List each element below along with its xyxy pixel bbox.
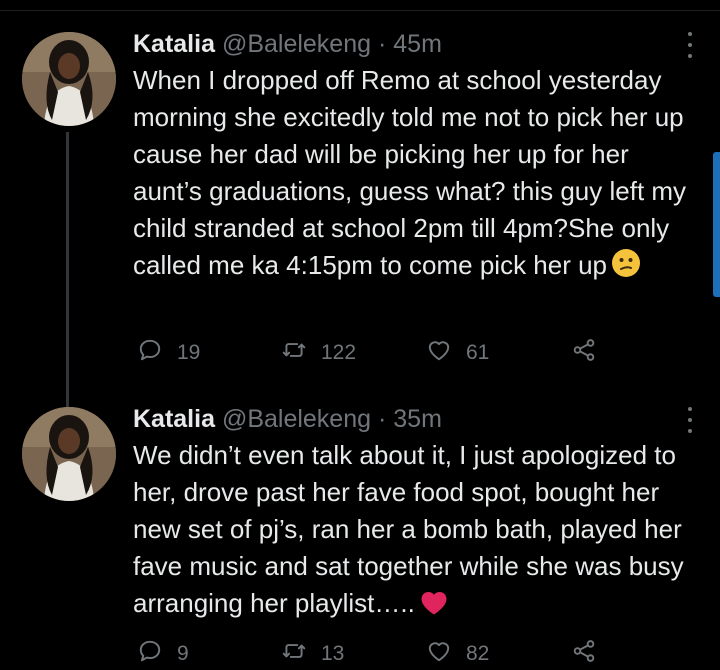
tweet-text-body: We didn’t even talk about it, I just apo…: [133, 440, 684, 618]
avatar[interactable]: [22, 32, 116, 126]
retweet-count: 13: [321, 642, 345, 665]
confused-face-icon: [611, 248, 641, 288]
separator-dot: ·: [377, 405, 387, 433]
reply-button[interactable]: 19: [137, 338, 200, 368]
tweet[interactable]: Katalia @Balelekeng · 35m We didn’t even…: [0, 403, 720, 665]
more-options-icon[interactable]: [684, 32, 696, 58]
tweet-actions: 19 122 61: [133, 338, 603, 368]
red-heart-icon: [419, 588, 449, 626]
separator-dot: ·: [377, 30, 387, 58]
share-icon: [571, 638, 597, 670]
retweet-count: 122: [321, 341, 357, 364]
user-handle[interactable]: @Balelekeng: [222, 405, 371, 433]
tweet-text-body: When I dropped off Remo at school yester…: [133, 65, 687, 280]
reply-count: 9: [177, 642, 189, 665]
like-button[interactable]: 61: [426, 338, 489, 368]
retweet-icon: [281, 337, 307, 369]
display-name[interactable]: Katalia: [133, 30, 215, 58]
timestamp[interactable]: 35m: [393, 405, 442, 433]
reply-count: 19: [177, 341, 201, 364]
reply-icon: [137, 638, 163, 670]
more-options-icon[interactable]: [684, 407, 696, 433]
timestamp[interactable]: 45m: [393, 30, 442, 58]
avatar[interactable]: [22, 407, 116, 501]
heart-icon: [426, 337, 452, 369]
tweet-header: Katalia @Balelekeng · 35m: [133, 403, 692, 435]
like-count: 61: [466, 341, 490, 364]
reply-icon: [137, 337, 163, 369]
retweet-button[interactable]: 122: [281, 338, 356, 368]
tweet[interactable]: Katalia @Balelekeng · 45m When I dropped…: [0, 28, 720, 432]
top-divider: [0, 10, 720, 11]
user-handle[interactable]: @Balelekeng: [222, 30, 371, 58]
tweet-text: When I dropped off Remo at school yester…: [133, 62, 692, 288]
share-icon: [571, 337, 597, 369]
heart-icon: [426, 638, 452, 670]
share-button[interactable]: [571, 338, 597, 368]
retweet-icon: [281, 638, 307, 670]
tweet-header: Katalia @Balelekeng · 45m: [133, 28, 692, 60]
display-name[interactable]: Katalia: [133, 405, 215, 433]
thread-line: [66, 132, 69, 432]
tweet-text: We didn’t even talk about it, I just apo…: [133, 437, 692, 626]
like-count: 82: [466, 642, 490, 665]
